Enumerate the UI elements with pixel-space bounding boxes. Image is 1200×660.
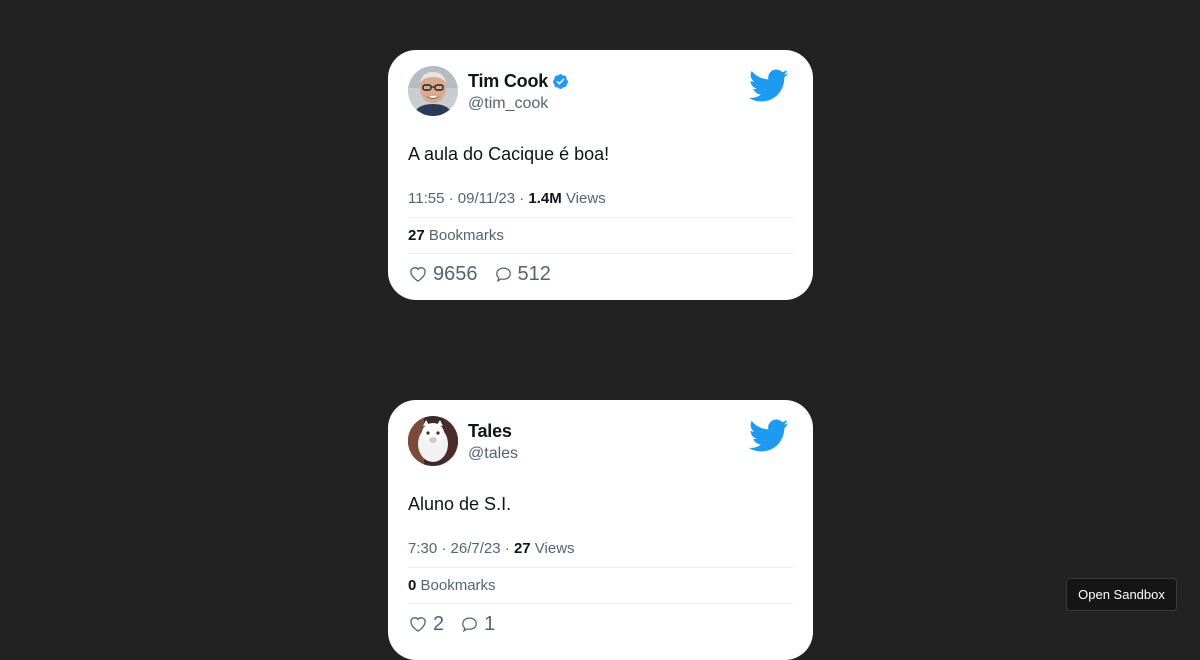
tweet-header: Tim Cook @tim_cook xyxy=(408,66,793,116)
handle[interactable]: @tim_cook xyxy=(468,95,569,113)
like-button[interactable]: 9656 xyxy=(408,263,478,286)
tweet-meta: 11:55 · 09/11/23 · 1.4M Views xyxy=(408,188,793,218)
avatar[interactable] xyxy=(408,416,458,466)
reply-button[interactable]: 512 xyxy=(494,263,551,286)
reply-count: 1 xyxy=(484,612,496,635)
handle[interactable]: @tales xyxy=(468,445,518,463)
meta-separator: · xyxy=(519,190,525,207)
display-name[interactable]: Tim Cook xyxy=(468,71,548,92)
tweet-card[interactable]: Tim Cook @tim_cook A aula do Cacique é b… xyxy=(388,50,813,300)
display-name[interactable]: Tales xyxy=(468,421,512,442)
tweet-actions: 2 1 xyxy=(408,604,793,644)
tweet-time[interactable]: 11:55 xyxy=(408,190,444,207)
heart-icon xyxy=(410,267,426,282)
bookmarks-count: 27 xyxy=(408,227,425,244)
views-label: Views xyxy=(534,540,575,557)
tweet-date[interactable]: 09/11/23 xyxy=(458,190,515,207)
meta-separator: · xyxy=(448,190,454,207)
like-count: 9656 xyxy=(433,262,478,285)
comment-icon xyxy=(495,267,511,282)
like-button[interactable]: 2 xyxy=(408,613,444,636)
meta-separator: · xyxy=(504,540,510,557)
like-count: 2 xyxy=(433,612,445,635)
twitter-bird-icon[interactable] xyxy=(748,419,789,453)
tweet-text: A aula do Cacique é boa! xyxy=(408,144,610,164)
tweet-actions: 9656 512 xyxy=(408,254,793,294)
tweet-header: Tales @tales xyxy=(408,416,793,466)
views-label: Views xyxy=(565,190,606,207)
bookmarks-row[interactable]: 27 Bookmarks xyxy=(408,218,793,254)
reply-count: 512 xyxy=(517,262,551,285)
avatar[interactable] xyxy=(408,66,458,116)
tweet-date[interactable]: 26/7/23 xyxy=(451,540,501,557)
verified-badge-icon xyxy=(552,73,569,90)
reply-button[interactable]: 1 xyxy=(460,613,495,636)
open-sandbox-button[interactable]: Open Sandbox xyxy=(1066,578,1177,611)
comment-icon xyxy=(462,617,477,632)
bookmarks-row[interactable]: 0 Bookmarks xyxy=(408,568,793,604)
tweet-card[interactable]: Tales @tales Aluno de S.I. 7:30 · 26/7/2… xyxy=(388,400,813,660)
tweet-meta: 7:30 · 26/7/23 · 27 Views xyxy=(408,538,793,568)
twitter-bird-icon[interactable] xyxy=(748,69,789,103)
bookmarks-label: Bookmarks xyxy=(420,577,496,594)
meta-separator: · xyxy=(441,540,447,557)
tweet-text: Aluno de S.I. xyxy=(408,494,512,514)
bookmarks-count: 0 xyxy=(408,577,417,594)
tweet-time[interactable]: 7:30 xyxy=(408,540,437,557)
bookmarks-label: Bookmarks xyxy=(428,227,504,244)
heart-icon xyxy=(410,617,426,632)
views-count: 1.4M xyxy=(528,190,562,207)
views-count: 27 xyxy=(513,540,531,557)
